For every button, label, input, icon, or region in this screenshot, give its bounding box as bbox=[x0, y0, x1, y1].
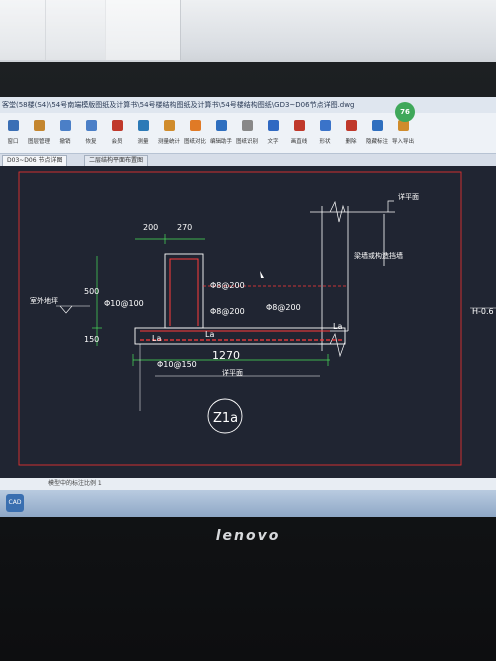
dimension-200: 200 bbox=[143, 223, 158, 232]
window-title: 客堂(58楼(S4)\54号南端模版图纸及计算书\54号楼结构图纸及计算书\54… bbox=[2, 101, 355, 109]
toolbar-button-8[interactable]: 编辑助手 bbox=[208, 113, 234, 153]
sheet-frame bbox=[18, 171, 462, 466]
toolbar-button-1[interactable]: 图层管理 bbox=[26, 113, 52, 153]
anchorage-label: La bbox=[333, 322, 342, 331]
measure-icon bbox=[137, 120, 149, 131]
rebar-label: Φ10@150 bbox=[157, 360, 197, 369]
toolbar-button-3[interactable]: 恢复 bbox=[78, 113, 104, 153]
window-icon bbox=[7, 120, 19, 131]
toolbar-button-label: 隐藏标注 bbox=[365, 139, 388, 145]
document-tabs: D03~D06 节点详图 二层结构平面布置图 bbox=[0, 154, 496, 167]
toolbar-button-label: 图层管理 bbox=[27, 139, 50, 145]
toolbar-button-9[interactable]: 图纸识别 bbox=[234, 113, 260, 153]
footing-slab bbox=[134, 327, 346, 345]
toolbar-button-label: 文字 bbox=[267, 139, 279, 145]
dimension-500: 500 bbox=[84, 287, 99, 296]
rebar-label: Φ8@200 bbox=[210, 281, 245, 290]
rebar-label: Φ8@200 bbox=[266, 303, 301, 312]
stats-icon bbox=[163, 120, 175, 131]
drawing-canvas[interactable]: 200 270 500 150 Φ10@100 Φ8@200 Φ8@200 Φ8… bbox=[0, 166, 496, 478]
text-icon bbox=[267, 120, 279, 131]
toolbar-button-label: 编辑助手 bbox=[209, 139, 232, 145]
recognize-icon bbox=[241, 120, 253, 131]
delete-icon bbox=[345, 120, 357, 131]
rebar-label: Φ10@100 bbox=[104, 299, 144, 308]
toolbar-button-label: 画直线 bbox=[290, 139, 308, 145]
layers-icon bbox=[33, 120, 45, 131]
taskbar-app-button[interactable]: CAD bbox=[6, 494, 24, 512]
toolbar: 窗口 图层管理 撤销 恢复 会员 测量 测量统计 图纸对比 编辑助手 图纸识别 文字 画直线 形状 删除 隐… bbox=[0, 113, 496, 154]
wall-panel bbox=[105, 0, 181, 60]
redo-icon bbox=[85, 120, 97, 131]
status-bar: 模型中的标注比例 1 bbox=[0, 478, 496, 490]
dimension-270: 270 bbox=[177, 223, 192, 232]
compare-icon bbox=[189, 120, 201, 131]
toolbar-button-label: 形状 bbox=[319, 139, 331, 145]
undo-icon bbox=[59, 120, 71, 131]
toolbar-button-2[interactable]: 撤销 bbox=[52, 113, 78, 153]
toolbar-button-label: 删除 bbox=[345, 139, 357, 145]
vip-icon bbox=[111, 120, 123, 131]
line-icon bbox=[293, 120, 305, 131]
toolbar-button-label: 会员 bbox=[111, 139, 123, 145]
hide-label-icon bbox=[371, 120, 383, 131]
elevation-label: H-0.6 bbox=[472, 307, 494, 316]
edit-helper-icon bbox=[215, 120, 227, 131]
dimension-1270: 1270 bbox=[212, 349, 240, 362]
toolbar-button-4[interactable]: 会员 bbox=[104, 113, 130, 153]
level-mark bbox=[59, 305, 73, 314]
toolbar-button-0[interactable]: 窗口 bbox=[0, 113, 26, 153]
toolbar-button-label: 测量统计 bbox=[157, 139, 180, 145]
toolbar-button-label: 图纸识别 bbox=[235, 139, 258, 145]
toolbar-button-label: 测量 bbox=[137, 139, 149, 145]
toolbar-button-label: 恢复 bbox=[85, 139, 97, 145]
anchorage-label: La bbox=[205, 330, 214, 339]
toolbar-button-label: 图纸对比 bbox=[183, 139, 206, 145]
status-text: 模型中的标注比例 1 bbox=[48, 480, 102, 487]
dimension-150: 150 bbox=[84, 335, 99, 344]
floor-label: 详平面 bbox=[398, 192, 419, 201]
toolbar-button-7[interactable]: 图纸对比 bbox=[182, 113, 208, 153]
toolbar-button-label: 撤销 bbox=[59, 139, 71, 145]
stem-rebar bbox=[169, 258, 199, 326]
outdoor-ground-label: 室外地坪 bbox=[30, 296, 58, 305]
toolbar-button-13[interactable]: 删除 bbox=[338, 113, 364, 153]
toolbar-button-11[interactable]: 画直线 bbox=[286, 113, 312, 153]
rebar-label: Φ8@200 bbox=[210, 307, 245, 316]
level-mark bbox=[387, 200, 394, 212]
wall-panel bbox=[0, 0, 46, 60]
monitor-brand-logo: lenovo bbox=[215, 528, 281, 544]
wall-panel bbox=[45, 0, 106, 60]
floor-label: 详平面 bbox=[222, 368, 243, 377]
toolbar-button-12[interactable]: 形状 bbox=[312, 113, 338, 153]
user-avatar[interactable]: 76 bbox=[395, 102, 415, 122]
window-title-bar: 客堂(58楼(S4)\54号南端模版图纸及计算书\54号楼结构图纸及计算书\54… bbox=[0, 97, 496, 113]
toolbar-button-6[interactable]: 测量统计 bbox=[156, 113, 182, 153]
retaining-stem bbox=[164, 253, 204, 329]
taskbar: CAD bbox=[0, 490, 496, 517]
toolbar-button-label: 导入导出 bbox=[391, 139, 414, 145]
detail-tag: Z1a bbox=[213, 411, 238, 426]
toolbar-button-14[interactable]: 隐藏标注 bbox=[364, 113, 390, 153]
wall-label: 梁墙或构造挡墙 bbox=[354, 251, 403, 260]
toolbar-button-10[interactable]: 文字 bbox=[260, 113, 286, 153]
cad-drawing: 200 270 500 150 Φ10@100 Φ8@200 Φ8@200 Φ8… bbox=[18, 171, 496, 466]
toolbar-button-5[interactable]: 测量 bbox=[130, 113, 156, 153]
shape-icon bbox=[319, 120, 331, 131]
toolbar-button-label: 窗口 bbox=[7, 139, 19, 145]
monitor-screen: 客堂(58楼(S4)\54号南端模版图纸及计算书\54号楼结构图纸及计算书\54… bbox=[0, 97, 496, 517]
anchorage-label: La bbox=[152, 334, 161, 343]
cursor-icon bbox=[260, 271, 264, 278]
